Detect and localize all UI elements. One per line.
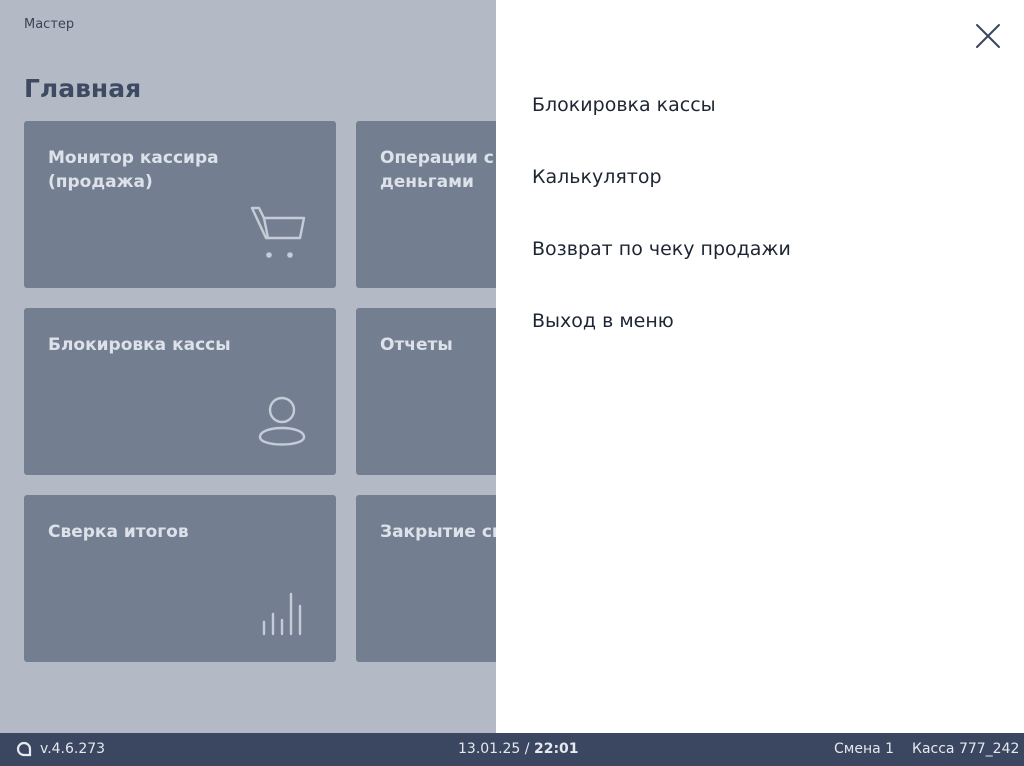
- app-logo-icon: [16, 741, 32, 757]
- tile-label: Операции с деньгами: [380, 148, 494, 192]
- menu-item-sale-receipt-return[interactable]: Возврат по чеку продажи: [532, 238, 791, 310]
- tile-label: Закрытие смены: [380, 522, 496, 542]
- version-label: v.4.6.273: [40, 741, 106, 757]
- menu-item-register-lock[interactable]: Блокировка кассы: [532, 94, 791, 166]
- datetime: 13.01.25 / 22:01: [458, 741, 579, 757]
- breadcrumb: Мастер: [24, 17, 75, 32]
- tile-label: Блокировка кассы: [48, 335, 231, 355]
- tile-cashier-monitor[interactable]: Монитор кассира (продажа): [24, 121, 336, 288]
- date-label: 13.01.25: [458, 741, 521, 757]
- bars-icon: [262, 592, 302, 636]
- tile-totals-reconciliation[interactable]: Сверка итогов: [24, 495, 336, 662]
- menu-item-calculator[interactable]: Калькулятор: [532, 166, 791, 238]
- tile-reports[interactable]: Отчеты: [356, 308, 496, 475]
- drawer-menu: Блокировка кассы Калькулятор Возврат по …: [532, 94, 791, 382]
- menu-item-exit-to-menu[interactable]: Выход в меню: [532, 310, 791, 382]
- user-icon: [258, 396, 306, 446]
- page-title: Главная: [24, 74, 142, 103]
- shift-label: Смена 1: [834, 741, 895, 757]
- tile-label: Сверка итогов: [48, 522, 189, 542]
- register-label: Касса 777_242: [912, 741, 1020, 757]
- tile-money-operations[interactable]: Операции с деньгами: [356, 121, 496, 288]
- close-icon[interactable]: [974, 22, 1002, 50]
- date-time-separator: /: [520, 741, 534, 757]
- side-menu-drawer: Блокировка кассы Калькулятор Возврат по …: [496, 0, 1024, 733]
- tile-label: Монитор кассира (продажа): [48, 148, 219, 192]
- tile-label: Отчеты: [380, 335, 453, 355]
- cart-icon: [250, 206, 306, 258]
- status-bar: v.4.6.273 13.01.25 / 22:01 Смена 1 Касса…: [0, 733, 1024, 766]
- version-info: v.4.6.273: [16, 741, 105, 757]
- tile-close-shift[interactable]: Закрытие смены: [356, 495, 496, 662]
- tile-register-lock[interactable]: Блокировка кассы: [24, 308, 336, 475]
- main-screen-dimmed: Мастер Главная Монитор кассира (продажа)…: [0, 0, 496, 733]
- time-label: 22:01: [533, 741, 579, 757]
